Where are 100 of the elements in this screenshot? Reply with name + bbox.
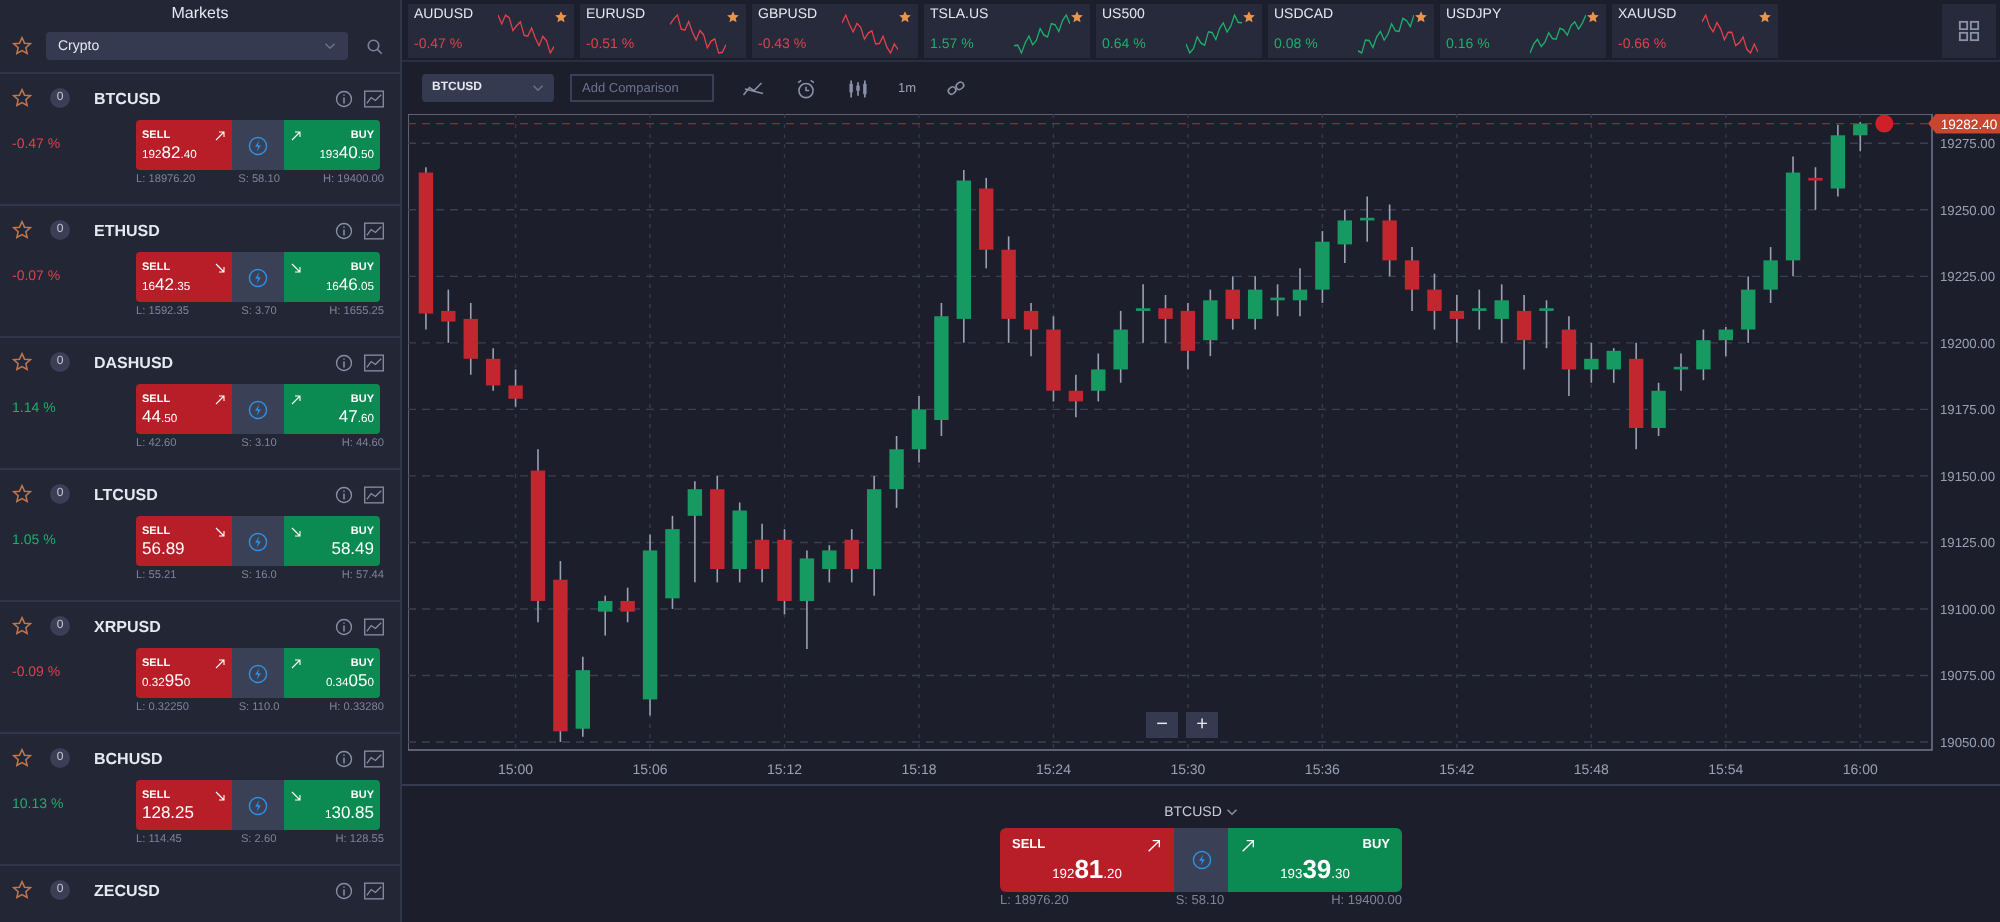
rising-candle <box>1785 155 1801 278</box>
layout-grid-button[interactable] <box>1942 3 1996 57</box>
instrument-name[interactable]: DASHUSD <box>94 353 324 371</box>
arrow-up-right-icon <box>290 393 302 405</box>
rising-candle <box>1472 288 1487 331</box>
search-icon[interactable] <box>366 37 384 55</box>
chart-icon[interactable] <box>364 749 384 767</box>
falling-candle <box>754 523 770 584</box>
instrument-name[interactable]: XRPUSD <box>94 617 324 635</box>
star-icon[interactable] <box>1414 9 1428 23</box>
star-icon[interactable] <box>12 220 32 240</box>
chart-icon[interactable] <box>364 89 384 107</box>
falling-candle <box>508 368 523 408</box>
chart-icon[interactable] <box>364 881 384 899</box>
rising-candle <box>1494 283 1509 344</box>
star-icon[interactable] <box>554 9 568 23</box>
falling-candle <box>979 177 994 270</box>
info-icon[interactable] <box>334 749 354 767</box>
falling-candle <box>1516 294 1532 371</box>
arrow-up-right-icon <box>214 657 226 669</box>
rising-candle <box>1247 275 1263 331</box>
star-icon[interactable] <box>898 9 912 23</box>
lightning-button[interactable] <box>232 120 284 170</box>
sidebar-title: Markets <box>169 2 231 26</box>
rising-candle <box>598 594 613 637</box>
star-icon[interactable] <box>726 9 740 23</box>
falling-candle <box>1180 302 1196 371</box>
alarm-clock-icon[interactable] <box>794 77 818 99</box>
star-icon[interactable] <box>1758 9 1772 23</box>
info-icon[interactable] <box>334 89 354 107</box>
arrow-up-right-icon <box>1146 837 1162 853</box>
rising-candle <box>575 656 590 738</box>
rising-candle <box>1606 347 1621 384</box>
arrow-up-right-icon <box>214 129 226 141</box>
sparkline-icon <box>1358 13 1414 53</box>
instrument-name[interactable]: BCHUSD <box>94 749 324 767</box>
star-icon[interactable] <box>1586 9 1600 23</box>
line-chart-icon[interactable] <box>742 77 766 99</box>
rising-candle <box>1853 121 1868 153</box>
info-icon[interactable] <box>334 617 354 635</box>
instrument-name[interactable]: ETHUSD <box>94 221 324 239</box>
chart-icon[interactable] <box>364 221 384 239</box>
arrow-down-right-icon <box>290 261 302 273</box>
info-icon[interactable] <box>334 221 354 239</box>
falling-candle <box>1449 294 1465 344</box>
instrument-name[interactable]: BTCUSD <box>94 89 324 107</box>
arrow-down-right-icon <box>214 525 226 537</box>
arrow-up-right-icon <box>214 393 226 405</box>
falling-candle <box>777 528 792 616</box>
info-icon[interactable] <box>334 881 354 899</box>
caret-icon <box>1225 808 1238 816</box>
rising-candle <box>911 395 927 464</box>
grid-icon <box>1958 19 1980 41</box>
lightning-button[interactable] <box>232 252 284 302</box>
rising-candle <box>889 435 904 509</box>
rising-candle <box>1091 352 1106 403</box>
star-icon[interactable] <box>12 36 32 56</box>
falling-candle <box>1628 342 1644 451</box>
star-icon[interactable] <box>12 748 32 768</box>
info-icon[interactable] <box>334 485 354 503</box>
zoom-in-button[interactable]: + <box>1186 712 1218 738</box>
arrow-down-right-icon <box>290 789 302 801</box>
star-icon[interactable] <box>1070 9 1084 23</box>
instrument-name[interactable]: LTCUSD <box>94 485 324 503</box>
sparkline-icon <box>1014 13 1070 53</box>
link-icon[interactable] <box>944 77 969 99</box>
sparkline-icon <box>1530 13 1586 53</box>
instrument-name[interactable]: ZECUSD <box>94 881 324 899</box>
rising-candle <box>1337 209 1352 264</box>
star-icon[interactable] <box>12 484 32 504</box>
falling-candle <box>1561 315 1577 397</box>
star-icon[interactable] <box>1242 9 1256 23</box>
rising-candle <box>732 501 747 584</box>
zoom-out-button[interactable]: − <box>1146 712 1178 738</box>
chart-icon[interactable] <box>364 353 384 371</box>
lightning-button[interactable] <box>232 384 284 434</box>
rising-candle <box>1830 123 1846 198</box>
sparkline-icon <box>670 13 726 53</box>
rising-candle <box>1270 283 1285 318</box>
star-icon[interactable] <box>12 880 32 900</box>
falling-candle <box>1382 203 1397 278</box>
rising-candle <box>822 544 837 584</box>
rising-candle <box>1673 352 1689 392</box>
rising-candle <box>1203 288 1218 357</box>
lightning-icon <box>1191 850 1211 870</box>
rising-candle <box>665 515 680 610</box>
star-icon[interactable] <box>12 352 32 372</box>
falling-candle <box>1158 294 1173 344</box>
lightning-button[interactable] <box>232 780 284 830</box>
arrow-up-right-icon <box>290 129 302 141</box>
candlestick-icon[interactable] <box>846 77 870 99</box>
star-icon[interactable] <box>12 88 32 108</box>
star-icon[interactable] <box>12 616 32 636</box>
rising-candle <box>1113 310 1128 384</box>
chart-icon[interactable] <box>364 485 384 503</box>
info-icon[interactable] <box>334 353 354 371</box>
rising-candle <box>1763 246 1778 304</box>
lightning-button[interactable] <box>232 648 284 698</box>
chart-icon[interactable] <box>364 617 384 635</box>
lightning-button[interactable] <box>232 516 284 566</box>
